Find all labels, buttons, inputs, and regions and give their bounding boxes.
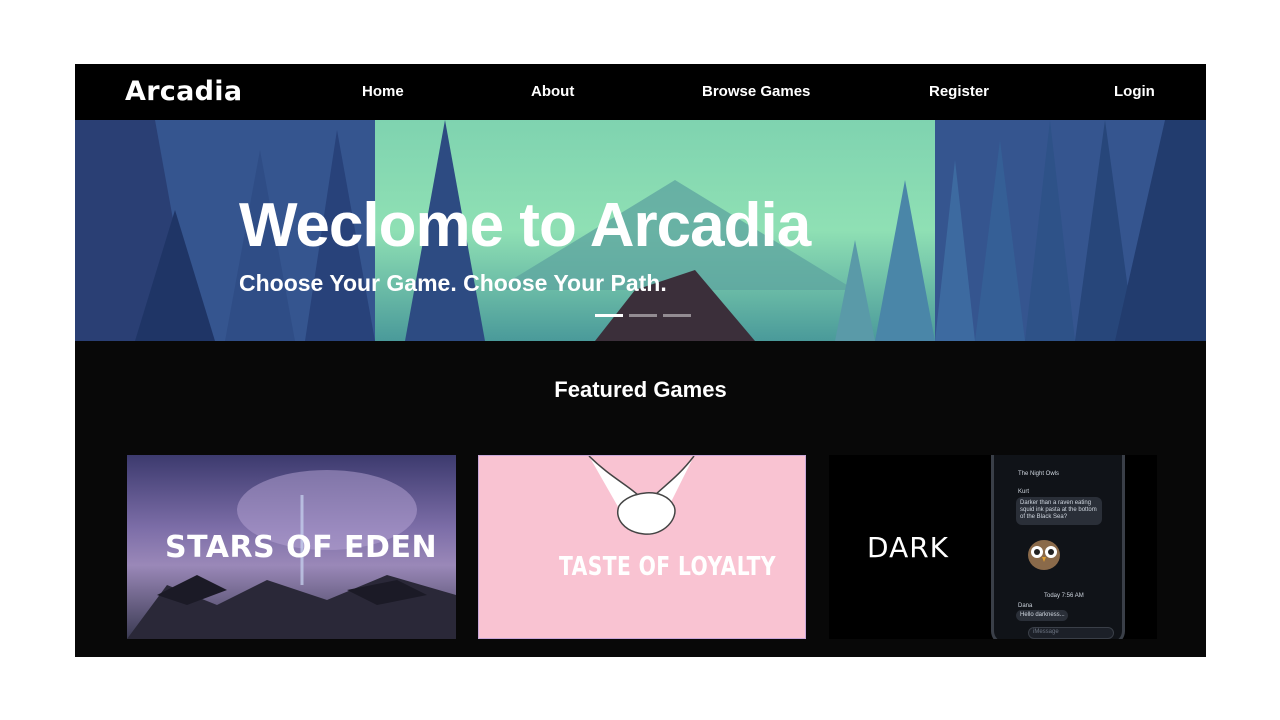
nav-link-browse-games[interactable]: Browse Games	[702, 83, 810, 100]
nav-link-register[interactable]: Register	[929, 83, 989, 100]
nav-link-login[interactable]: Login	[1114, 83, 1155, 100]
chat-bubble: Darker than a raven eating squid ink pas…	[1016, 497, 1102, 525]
game-title-taste-of-loyalty: TASTE OF LOYALTY	[559, 552, 776, 582]
game-card-dark[interactable]: DARK The Night Owls Kurt Darker than a r…	[829, 455, 1157, 639]
reply-message: Hello darkness...	[1020, 612, 1065, 618]
carousel-dot-2[interactable]	[629, 314, 657, 317]
reply-bubble: Hello darkness...	[1016, 610, 1068, 621]
site-container: Arcadia Home About Browse Games Register…	[75, 64, 1206, 657]
nav-link-home[interactable]: Home	[362, 83, 404, 100]
holding-hands-art	[588, 456, 695, 535]
message-input: iMessage	[1028, 627, 1114, 639]
top-nav: Arcadia Home About Browse Games Register…	[75, 64, 1206, 120]
game-title-dark: DARK	[867, 531, 950, 564]
phone-mockup: The Night Owls Kurt Darker than a raven …	[991, 455, 1125, 639]
featured-games-heading: Featured Games	[554, 377, 727, 402]
hero-subtitle: Choose Your Game. Choose Your Path.	[239, 270, 667, 296]
reply-sender: Dana	[1018, 603, 1033, 609]
game-title-stars-of-eden: STARS OF EDEN	[165, 530, 438, 565]
owl-icon	[1028, 540, 1060, 570]
message-input-placeholder: iMessage	[1033, 629, 1059, 635]
nav-link-about[interactable]: About	[531, 83, 574, 100]
carousel-dot-3[interactable]	[663, 314, 691, 317]
game-card-taste-of-loyalty[interactable]: TASTE OF LOYALTY	[478, 455, 806, 639]
hero-carousel: Weclome to Arcadia Choose Your Game. Cho…	[75, 120, 1206, 341]
brand-logo[interactable]: Arcadia	[125, 76, 242, 107]
chat-name: The Night Owls	[1018, 471, 1060, 477]
carousel-indicators	[595, 314, 691, 317]
game-card-stars-of-eden[interactable]: STARS OF EDEN	[127, 455, 456, 639]
chat-timestamp: Today 7:56 AM	[1044, 593, 1084, 599]
chat-message: Darker than a raven eating squid ink pas…	[1020, 500, 1097, 520]
chat-sender: Kurt	[1018, 489, 1030, 495]
carousel-dot-1[interactable]	[595, 314, 623, 317]
hero-title: Weclome to Arcadia	[239, 191, 811, 260]
